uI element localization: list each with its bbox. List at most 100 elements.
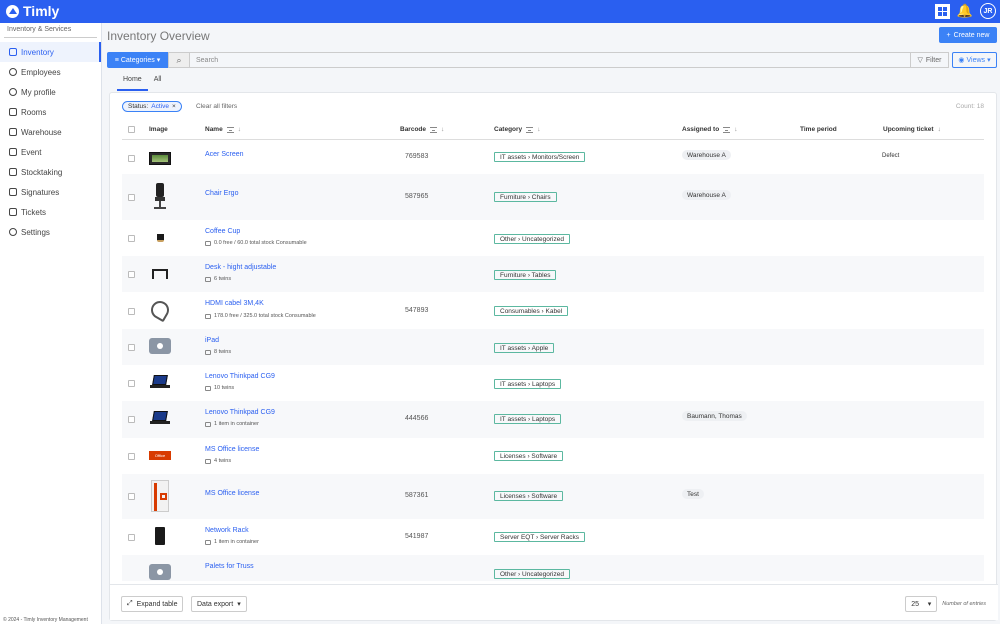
filter-icon[interactable] (430, 126, 438, 133)
clear-filters-link[interactable]: Clear all filters (196, 103, 237, 110)
sidebar-item-settings[interactable]: Settings (0, 222, 101, 242)
category-tag[interactable]: Furniture › Chairs (494, 192, 557, 202)
item-name-link[interactable]: Network Rack (205, 527, 249, 534)
filter-icon[interactable] (723, 126, 731, 133)
row-checkbox[interactable] (128, 344, 135, 351)
search-input[interactable]: Search (190, 52, 911, 68)
status-filter-chip[interactable]: Status: Active × (122, 101, 182, 112)
close-icon[interactable]: × (172, 103, 176, 110)
sidebar-item-rooms[interactable]: Rooms (0, 102, 101, 122)
tab-home[interactable]: Home (117, 73, 148, 91)
category-tag[interactable]: IT assets › Apple (494, 343, 555, 353)
sidebar-item-my-profile[interactable]: My profile (0, 82, 101, 102)
filter-icon[interactable] (526, 126, 534, 133)
item-name-link[interactable]: Coffee Cup (205, 228, 240, 235)
table-row[interactable]: Desk - hight adjustable 6 twins Furnitur… (122, 256, 984, 292)
assignee-badge[interactable]: Warehouse A (682, 150, 731, 160)
sort-arrow-icon[interactable]: ↓ (734, 126, 737, 133)
categories-button[interactable]: ≡ Categories ▾ (107, 52, 168, 68)
table-row[interactable]: iPad 8 twins IT assets › Apple (122, 329, 984, 365)
item-name-link[interactable]: Chair Ergo (205, 190, 238, 197)
assignee-badge[interactable]: Warehouse A (682, 190, 731, 200)
row-checkbox[interactable] (128, 493, 135, 500)
row-checkbox[interactable] (128, 380, 135, 387)
category-tag[interactable]: Licenses › Software (494, 451, 564, 461)
table-row[interactable]: Acer Screen 769583 IT assets › Monitors/… (122, 141, 984, 174)
category-tag[interactable]: Furniture › Tables (494, 270, 557, 280)
table-row[interactable]: HDMI cabel 3M,4K 178.0 free / 325.0 tota… (122, 292, 984, 329)
sidebar-item-label: Inventory (21, 47, 54, 57)
category-tag[interactable]: Other › Uncategorized (494, 569, 570, 579)
search-icon[interactable]: ⌕ (168, 52, 190, 68)
col-name[interactable]: Name ↓ (205, 126, 241, 133)
item-name-link[interactable]: HDMI cabel 3M,4K (205, 300, 264, 307)
sidebar-item-inventory[interactable]: Inventory (0, 42, 101, 62)
filter-button[interactable]: ▽ Filter (911, 52, 949, 68)
item-name-link[interactable]: iPad (205, 337, 219, 344)
row-checkbox[interactable] (128, 308, 135, 315)
row-checkbox[interactable] (128, 534, 135, 541)
item-name-link[interactable]: Lenovo Thinkpad CG9 (205, 373, 275, 380)
row-checkbox[interactable] (128, 453, 135, 460)
category-tag[interactable]: IT assets › Laptops (494, 379, 562, 389)
row-checkbox[interactable] (128, 271, 135, 278)
assignee-badge[interactable]: Test (682, 489, 704, 499)
select-all-checkbox[interactable] (128, 126, 135, 133)
avatar[interactable]: JR (980, 3, 996, 19)
bell-icon[interactable]: 🔔 (957, 3, 973, 18)
item-name-link[interactable]: Lenovo Thinkpad CG9 (205, 409, 275, 416)
sort-arrow-icon[interactable]: ↓ (537, 126, 540, 133)
sidebar-item-warehouse[interactable]: Warehouse (0, 122, 101, 142)
sort-arrow-icon[interactable]: ↓ (441, 126, 444, 133)
sidebar-item-tickets[interactable]: Tickets (0, 202, 101, 222)
row-checkbox[interactable] (128, 155, 135, 162)
table-footer: ⤢ Expand table Data export ▾ 25 ▾ Number of… (110, 584, 998, 620)
row-checkbox[interactable] (128, 416, 135, 423)
col-category[interactable]: Category ↓ (494, 126, 540, 133)
table-row[interactable]: Palets for Truss Other › Uncategorized (122, 555, 984, 581)
category-tag[interactable]: IT assets › Monitors/Screen (494, 152, 586, 162)
per-page-select[interactable]: 25 ▾ (905, 596, 938, 612)
logo[interactable]: Timly (6, 3, 59, 19)
category-tag[interactable]: Other › Uncategorized (494, 234, 570, 244)
col-barcode[interactable]: Barcode ↓ (400, 126, 444, 133)
row-checkbox[interactable] (128, 235, 135, 242)
category-tag[interactable]: Server EQT › Server Racks (494, 532, 585, 542)
col-ticket[interactable]: Upcoming ticket ↓ (883, 126, 941, 133)
sort-arrow-icon[interactable]: ↓ (238, 126, 241, 133)
table-row[interactable]: MS Office license 587361 Licenses › Soft… (122, 474, 984, 519)
table-row[interactable]: Coffee Cup 0.0 free / 60.0 total stock C… (122, 220, 984, 256)
item-name-link[interactable]: Acer Screen (205, 151, 244, 158)
filter-icon[interactable] (226, 126, 234, 133)
item-name-link[interactable]: MS Office license (205, 446, 259, 453)
views-button[interactable]: ◉ Views ▾ (952, 52, 997, 68)
sidebar-item-stocktaking[interactable]: Stocktaking (0, 162, 101, 182)
table-row[interactable]: Lenovo Thinkpad CG9 10 twins IT assets ›… (122, 365, 984, 401)
item-name-link[interactable]: Palets for Truss (205, 563, 254, 570)
tab-all[interactable]: All (148, 73, 168, 91)
category-tag[interactable]: Licenses › Software (494, 491, 564, 501)
camera-placeholder-icon (148, 337, 172, 355)
sidebar-item-employees[interactable]: Employees (0, 62, 101, 82)
sidebar-item-event[interactable]: Event (0, 142, 101, 162)
col-assigned[interactable]: Assigned to ↓ (682, 126, 737, 133)
sidebar-item-signatures[interactable]: Signatures (0, 182, 101, 202)
table-row[interactable]: Lenovo Thinkpad CG9 1 item in container … (122, 401, 984, 438)
expand-table-button[interactable]: ⤢ Expand table (121, 596, 184, 612)
data-export-button[interactable]: Data export ▾ (191, 596, 247, 612)
qr-scan-icon[interactable] (935, 3, 950, 19)
assignee-badge[interactable]: Baumann, Thomas (682, 411, 747, 421)
col-time-period: Time period (800, 126, 837, 133)
sort-arrow-icon[interactable]: ↓ (938, 126, 941, 133)
col-assigned-label: Assigned to (682, 126, 720, 133)
table-row[interactable]: Office MS Office license 4 twins License… (122, 438, 984, 474)
item-name-link[interactable]: Desk - hight adjustable (205, 264, 276, 271)
category-tag[interactable]: Consumables › Kabel (494, 306, 569, 316)
item-name-link[interactable]: MS Office license (205, 490, 259, 497)
table-row[interactable]: Chair Ergo 587965 Furniture › Chairs War… (122, 174, 984, 220)
create-new-button[interactable]: + Create new (939, 27, 997, 43)
table-row[interactable]: Network Rack 1 item in container 541987 … (122, 519, 984, 555)
category-tag[interactable]: IT assets › Laptops (494, 414, 562, 424)
row-checkbox[interactable] (128, 194, 135, 201)
sidebar-item-label: Warehouse (21, 127, 62, 137)
